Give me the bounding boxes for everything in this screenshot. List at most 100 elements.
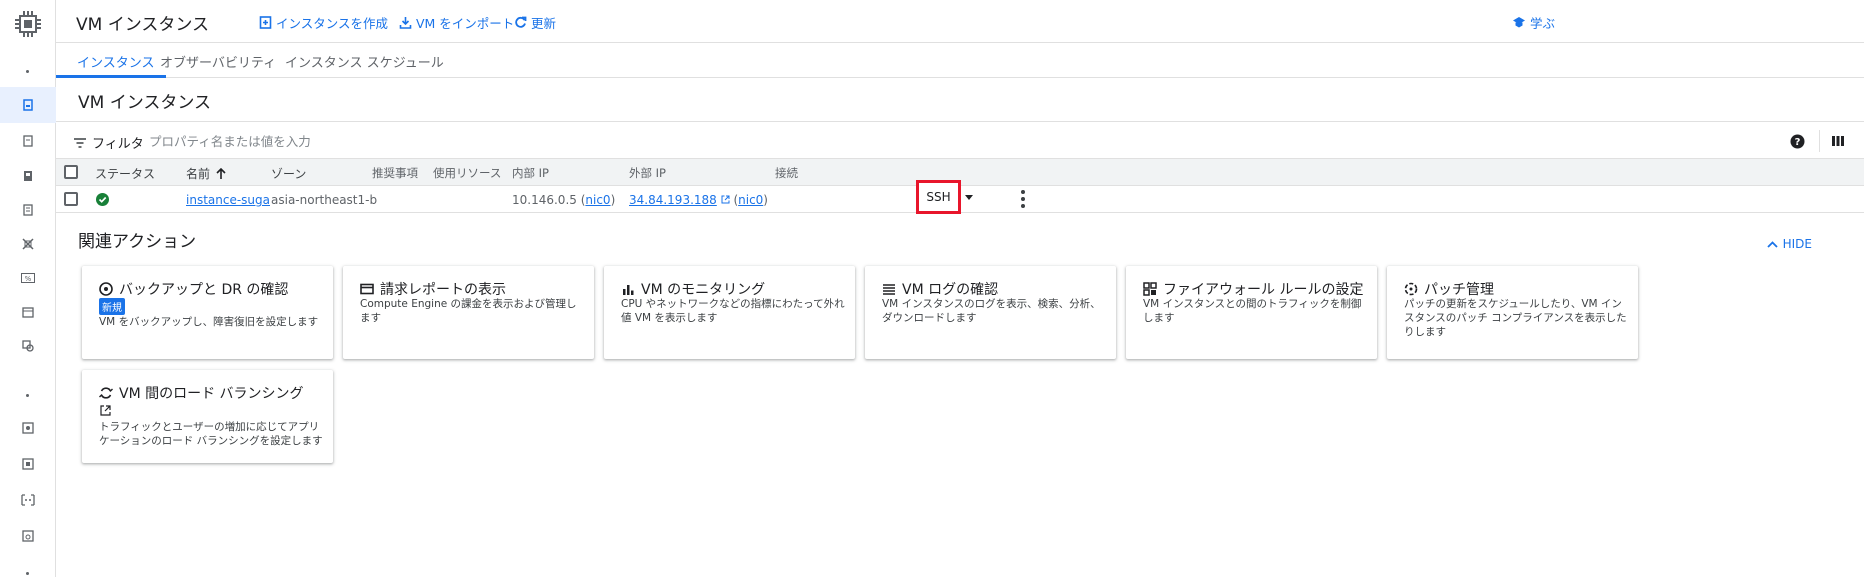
learn-button[interactable]: 学ぶ: [1512, 13, 1555, 32]
svg-text:%: %: [24, 275, 31, 283]
page-header: VM インスタンス インスタンスを作成 VM をインポート 更新 学ぶ: [56, 0, 1864, 43]
filter-input[interactable]: [149, 130, 749, 152]
card-description: CPU やネットワークなどの指標にわたって外れ値 VM を表示します: [621, 298, 845, 324]
col-recommendation-header[interactable]: 推奨事項: [372, 165, 418, 181]
toolbar-divider: [1819, 130, 1820, 152]
col-in-use-by-header[interactable]: 使用リソース: [433, 165, 501, 181]
rail-item-committed-use[interactable]: %: [19, 269, 36, 286]
external-ip-link[interactable]: 34.84.193.188: [629, 193, 717, 207]
rail-item-sole-tenant[interactable]: [19, 167, 36, 184]
card-title: 請求レポートの表示: [360, 279, 506, 299]
internal-ip-value: 10.146.0.5: [512, 193, 577, 207]
col-status-header[interactable]: ステータス: [95, 165, 155, 182]
card-billing-report[interactable]: 請求レポートの表示 Compute Engine の課金を表示および管理します: [343, 266, 594, 359]
col-internal-ip-header[interactable]: 内部 IP: [512, 165, 549, 181]
ssh-button[interactable]: SSH: [916, 180, 961, 214]
tab-observability[interactable]: オブザーバビリティ: [160, 52, 276, 71]
rail-item-tpus[interactable]: [19, 235, 36, 252]
internal-nic-link[interactable]: nic0: [585, 193, 610, 207]
card-title: VM のモニタリング: [621, 279, 765, 299]
ssh-dropdown-icon[interactable]: [965, 195, 973, 200]
row-checkbox[interactable]: [64, 192, 78, 206]
migrate-icon: [21, 339, 34, 352]
refresh-icon: [515, 16, 527, 28]
vm-instance-icon: [23, 99, 33, 111]
logs-icon: [883, 284, 895, 295]
col-name-label: 名前: [186, 167, 211, 181]
download-icon: [399, 17, 412, 29]
open-in-new-icon[interactable]: [721, 195, 730, 204]
col-connect-header[interactable]: 接続: [775, 165, 798, 181]
svg-text:?: ?: [1795, 137, 1801, 148]
card-backup-dr[interactable]: バックアップと DR の確認 新規 VM をバックアップし、障害復旧を設定します: [82, 266, 333, 359]
rail-item-instance-templates[interactable]: [19, 132, 36, 149]
card-description: VM インスタンスのログを表示、検索、分析、ダウンロードします: [882, 298, 1101, 324]
refresh-button[interactable]: 更新: [514, 13, 556, 32]
help-icon[interactable]: ?: [1790, 134, 1805, 149]
import-vm-label: VM をインポート: [416, 16, 515, 31]
internal-ip-cell: 10.146.0.5 (nic0): [512, 193, 616, 207]
learn-label: 学ぶ: [1530, 16, 1556, 31]
rail-section-dot: [26, 394, 29, 397]
compute-engine-logo-icon[interactable]: [13, 9, 43, 39]
tab-instance-schedules[interactable]: インスタンス スケジュール: [285, 52, 444, 71]
disk-icon: [21, 421, 34, 434]
rail-item-reservations[interactable]: [19, 303, 36, 320]
tab-bar: インスタンス オブザーバビリティ インスタンス スケジュール: [56, 43, 1864, 78]
monitoring-icon: [623, 285, 634, 295]
card-firewall-rules[interactable]: ファイアウォール ルールの設定 VM インスタンスとの間のトラフィックを制御しま…: [1126, 266, 1377, 359]
col-zone-header[interactable]: ゾーン: [271, 165, 306, 182]
sole-tenant-icon: [23, 170, 32, 181]
template-icon: [22, 134, 33, 147]
instance-name-text[interactable]: instance-suga: [186, 193, 270, 207]
card-title: VM 間のロード バランシング: [99, 383, 304, 403]
rail-item-images[interactable]: [19, 491, 36, 508]
card-vm-logs[interactable]: VM ログの確認 VM インスタンスのログを表示、検索、分析、ダウンロードします: [865, 266, 1116, 359]
percent-icon: %: [20, 272, 35, 283]
create-instance-button[interactable]: インスタンスを作成: [259, 13, 388, 32]
card-title: バックアップと DR の確認: [99, 279, 288, 299]
card-title-text: 請求レポートの表示: [380, 282, 506, 298]
backup-icon: [99, 282, 113, 296]
rail-item-disks[interactable]: [19, 419, 36, 436]
load-balancing-icon: [99, 387, 113, 399]
tpu-icon: [21, 237, 34, 250]
patch-icon: [1404, 282, 1418, 296]
rail-item-storage-pools[interactable]: [19, 527, 36, 544]
select-all-checkbox[interactable]: [64, 165, 78, 179]
tab-instances[interactable]: インスタンス: [77, 52, 154, 71]
card-title-text: VM のモニタリング: [641, 282, 766, 298]
card-title: パッチ管理: [1404, 279, 1494, 299]
rail-item-migrate[interactable]: [19, 337, 36, 354]
create-instance-label: インスタンスを作成: [276, 16, 389, 31]
hide-label: HIDE: [1782, 237, 1812, 251]
import-vm-button[interactable]: VM をインポート: [399, 13, 514, 32]
new-badge: 新規: [99, 298, 125, 315]
calendar-icon: [21, 306, 34, 318]
column-display-icon[interactable]: [1831, 134, 1845, 148]
rail-item-vm-instances-active[interactable]: [0, 87, 56, 123]
rail-item-snapshots[interactable]: [19, 455, 36, 472]
hide-related-button[interactable]: HIDE: [1766, 237, 1812, 251]
card-description: VM をバックアップし、障害復旧を設定します: [99, 316, 319, 328]
external-nic-link[interactable]: nic0: [738, 193, 763, 207]
external-ip-cell: 34.84.193.188 (nic0): [629, 193, 768, 207]
card-patch-management[interactable]: パッチ管理 パッチの更新をスケジュールしたり、VM インスタンスのパッチ コンプ…: [1387, 266, 1638, 359]
col-external-ip-header[interactable]: 外部 IP: [629, 165, 666, 181]
more-actions-icon[interactable]: [1013, 189, 1033, 209]
page-title: VM インスタンス: [76, 15, 210, 35]
col-name-header[interactable]: 名前: [186, 165, 226, 182]
status-running-icon: [96, 193, 109, 206]
related-actions-title: 関連アクション: [78, 232, 197, 252]
card-load-balancing[interactable]: VM 間のロード バランシング トラフィックとユーザーの増加に応じてアプリケーシ…: [82, 370, 333, 463]
card-title-text: VM ログの確認: [902, 282, 999, 298]
card-title: VM ログの確認: [882, 279, 998, 299]
rail-item-machine-images[interactable]: [19, 201, 36, 218]
table-row: instance-suga asia-northeast1-b 10.146.0…: [56, 180, 1864, 214]
filter-button[interactable]: フィルタ: [74, 133, 144, 152]
filter-icon: [74, 137, 86, 148]
instance-name-link[interactable]: instance-suga: [186, 193, 270, 207]
card-vm-monitoring[interactable]: VM のモニタリング CPU やネットワークなどの指標にわたって外れ値 VM を…: [604, 266, 855, 359]
section-title: VM インスタンス: [78, 93, 212, 113]
snapshot-icon: [21, 457, 34, 470]
